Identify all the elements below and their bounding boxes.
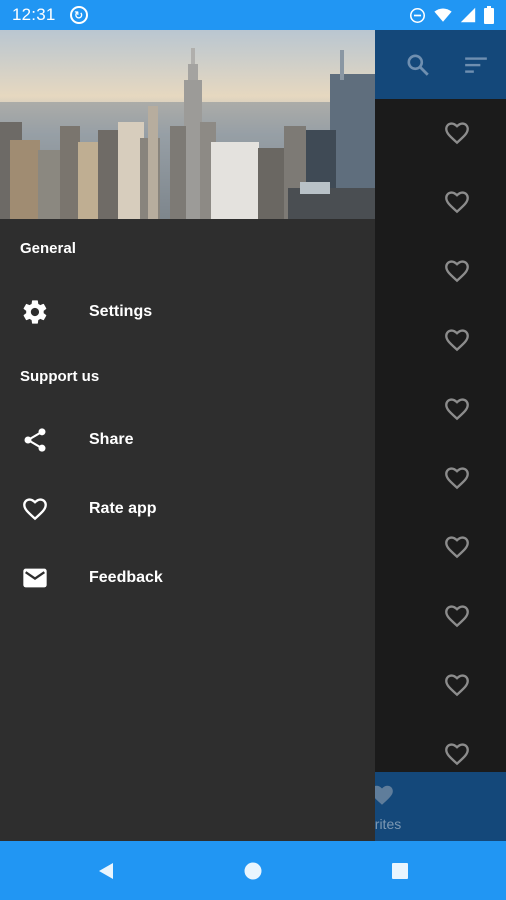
gear-icon xyxy=(20,297,50,327)
do-not-disturb-icon xyxy=(409,7,426,23)
battery-icon xyxy=(484,6,494,24)
drawer-item-label: Rate app xyxy=(89,500,157,517)
app-bottom-nav: orites xyxy=(367,772,506,841)
drawer-item-label: Feedback xyxy=(89,569,163,586)
list-item-favorite-icon[interactable] xyxy=(443,671,471,699)
list-item-favorite-icon[interactable] xyxy=(443,395,471,423)
list-item-favorite-icon[interactable] xyxy=(443,119,471,147)
app-toolbar xyxy=(375,30,506,99)
list-item-favorite-icon[interactable] xyxy=(443,257,471,285)
drawer-item-settings[interactable]: Settings xyxy=(0,284,375,340)
list-item-favorite-icon[interactable] xyxy=(443,740,471,768)
skyline-illustration xyxy=(0,30,375,219)
search-icon[interactable] xyxy=(405,52,431,78)
list-item-favorite-icon[interactable] xyxy=(443,188,471,216)
drawer-item-rate-app[interactable]: Rate app xyxy=(0,481,375,537)
signal-icon xyxy=(460,7,476,23)
sort-icon[interactable] xyxy=(463,52,489,78)
drawer-item-feedback[interactable]: Feedback xyxy=(0,550,375,606)
status-icons xyxy=(409,6,494,24)
mail-icon xyxy=(20,563,50,593)
favorites-list xyxy=(375,99,506,772)
list-item-favorite-icon[interactable] xyxy=(443,602,471,630)
list-item-favorite-icon[interactable] xyxy=(443,464,471,492)
heart-outline-icon xyxy=(20,494,50,524)
wifi-icon xyxy=(434,8,452,22)
section-title-support: Support us xyxy=(20,368,100,385)
navigation-drawer: General Settings Support us Share Rate a… xyxy=(0,30,375,841)
drawer-item-label: Share xyxy=(89,431,134,448)
system-nav-bar xyxy=(0,841,506,900)
list-item-favorite-icon[interactable] xyxy=(443,326,471,354)
status-time: 12:31 xyxy=(12,5,56,24)
drawer-item-share[interactable]: Share xyxy=(0,412,375,468)
recents-icon[interactable] xyxy=(390,861,410,881)
home-icon[interactable] xyxy=(243,861,263,881)
list-item-favorite-icon[interactable] xyxy=(443,533,471,561)
section-title-general: General xyxy=(20,240,76,257)
sync-icon: ↻ xyxy=(69,6,88,24)
status-bar: 12:31 ↻ xyxy=(0,0,506,30)
drawer-item-label: Settings xyxy=(89,303,153,320)
back-icon[interactable] xyxy=(96,861,116,881)
share-icon xyxy=(20,425,50,455)
city-skyline-image xyxy=(0,30,375,219)
